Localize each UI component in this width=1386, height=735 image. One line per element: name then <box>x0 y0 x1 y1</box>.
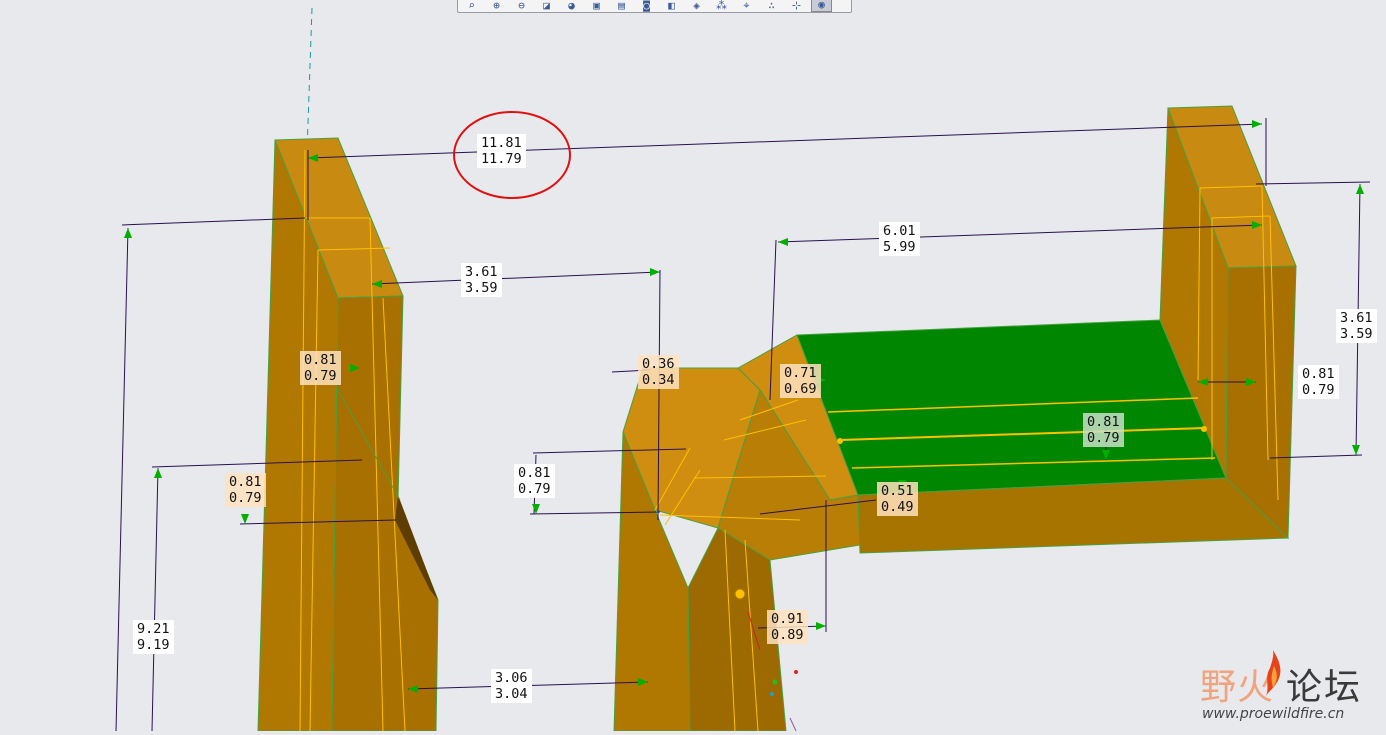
datum-point-marker <box>734 588 746 600</box>
camera-icon[interactable]: ◙ <box>636 0 657 12</box>
dimension-label-small-gap[interactable]: 0.36 0.34 <box>638 355 679 389</box>
center-body <box>613 105 1297 732</box>
datum-planes-icon[interactable]: ⁂ <box>711 0 732 12</box>
dimension-lower-value: 0.69 <box>784 381 817 397</box>
dimension-upper-value: 0.81 <box>304 352 337 368</box>
axis-point-marker <box>1201 426 1207 432</box>
display-style-icon[interactable]: ◈ <box>686 0 707 12</box>
dimension-upper-value: 11.81 <box>481 135 522 151</box>
annotation-display-icon[interactable]: ◉ <box>811 0 832 12</box>
left-post-side-face <box>331 295 439 732</box>
dimension-upper-value: 0.81 <box>1302 366 1335 382</box>
dimension-lower-value: 0.79 <box>518 481 551 497</box>
dimension-lower-value: 11.79 <box>481 151 522 167</box>
dimension-upper-value: 0.51 <box>881 483 914 499</box>
saved-views-icon[interactable]: ▣ <box>586 0 607 12</box>
dimension-label-top-span[interactable]: 11.81 11.79 <box>477 134 526 168</box>
zoom-in-icon[interactable]: ⊕ <box>486 0 507 12</box>
dimension-upper-value: 0.36 <box>642 356 675 372</box>
dimension-upper-value: 0.91 <box>771 611 804 627</box>
dimension-upper-value: 0.81 <box>1087 414 1120 430</box>
orient-icon[interactable]: ◧ <box>661 0 682 12</box>
dimension-upper-value: 3.06 <box>495 670 528 686</box>
watermark: 野火 论坛 www.proewildfire.cn <box>1198 648 1386 728</box>
dimension-lower-value: 3.04 <box>495 686 528 702</box>
dimension-upper-value: 0.81 <box>518 465 551 481</box>
dimension-label-green-face[interactable]: 0.81 0.79 <box>1083 413 1124 447</box>
dimension-label-right-wall[interactable]: 0.81 0.79 <box>1298 365 1339 399</box>
layers-icon[interactable]: ▤ <box>611 0 632 12</box>
refit-icon[interactable]: ◪ <box>536 0 557 12</box>
dimension-label-right-height[interactable]: 3.61 3.59 <box>1336 309 1377 343</box>
view-toolbar: ⌕ ⊕ ⊖ ◪ ◕ ▣ ▤ ◙ ◧ ◈ ⁂ ⌖ ∴ ⊹ ◉ <box>457 0 852 13</box>
datum-points-icon[interactable]: ∴ <box>761 0 782 12</box>
dimension-upper-value: 0.71 <box>784 365 817 381</box>
dimension-upper-value: 3.61 <box>1340 310 1373 326</box>
datum-axes-icon[interactable]: ⌖ <box>736 0 757 12</box>
model-scene[interactable] <box>0 0 1386 732</box>
shading-icon[interactable]: ◕ <box>561 0 582 12</box>
zoom-box-icon[interactable]: ⌕ <box>461 0 482 12</box>
dimension-lower-value: 0.79 <box>229 490 262 506</box>
dimension-label-tall-left[interactable]: 9.21 9.19 <box>133 620 174 654</box>
dimension-upper-value: 9.21 <box>137 621 170 637</box>
zoom-out-icon[interactable]: ⊖ <box>511 0 532 12</box>
left-post <box>257 137 439 732</box>
dimension-lower-value: 5.99 <box>883 239 916 255</box>
axis-point-marker <box>837 438 843 444</box>
dimension-label-post-width[interactable]: 0.91 0.89 <box>767 610 808 644</box>
dimension-lower-value: 0.79 <box>1302 382 1335 398</box>
dimension-label-step-center[interactable]: 0.51 0.49 <box>877 482 918 516</box>
dimension-label-inner-span[interactable]: 6.01 5.99 <box>879 222 920 256</box>
dimension-label-left-mid[interactable]: 0.81 0.79 <box>225 473 266 507</box>
dimension-upper-value: 0.81 <box>229 474 262 490</box>
dimension-lower-value: 3.59 <box>465 280 498 296</box>
dimension-lower-value: 0.79 <box>304 368 337 384</box>
dimension-label-left-gap[interactable]: 3.61 3.59 <box>461 263 502 297</box>
dimension-label-chamfer[interactable]: 0.71 0.69 <box>780 364 821 398</box>
dimension-lower-value: 9.19 <box>137 637 170 653</box>
graphics-viewport[interactable]: ⌕ ⊕ ⊖ ◪ ◕ ▣ ▤ ◙ ◧ ◈ ⁂ ⌖ ∴ ⊹ ◉ 11.81 11.79 6.01 5.99 3.… <box>0 0 1386 732</box>
dimension-lower-value: 0.49 <box>881 499 914 515</box>
dimension-lower-value: 3.59 <box>1340 326 1373 342</box>
dimension-lower-value: 0.89 <box>771 627 804 643</box>
dimension-lower-value: 0.79 <box>1087 430 1120 446</box>
csys-icon[interactable]: ⊹ <box>786 0 807 12</box>
dimension-label-bottom-gap[interactable]: 3.06 3.04 <box>491 669 532 703</box>
watermark-url: www.proewildfire.cn <box>1202 706 1345 722</box>
dimension-lower-value: 0.34 <box>642 372 675 388</box>
watermark-cn-part2: 论坛 <box>1286 667 1363 708</box>
green-floor-face <box>796 319 1227 496</box>
flame-icon <box>1266 650 1281 696</box>
dimension-upper-value: 3.61 <box>465 264 498 280</box>
dimension-label-step-left[interactable]: 0.81 0.79 <box>514 464 555 498</box>
dimension-upper-value: 6.01 <box>883 223 916 239</box>
dimension-label-left-wall[interactable]: 0.81 0.79 <box>300 351 341 385</box>
